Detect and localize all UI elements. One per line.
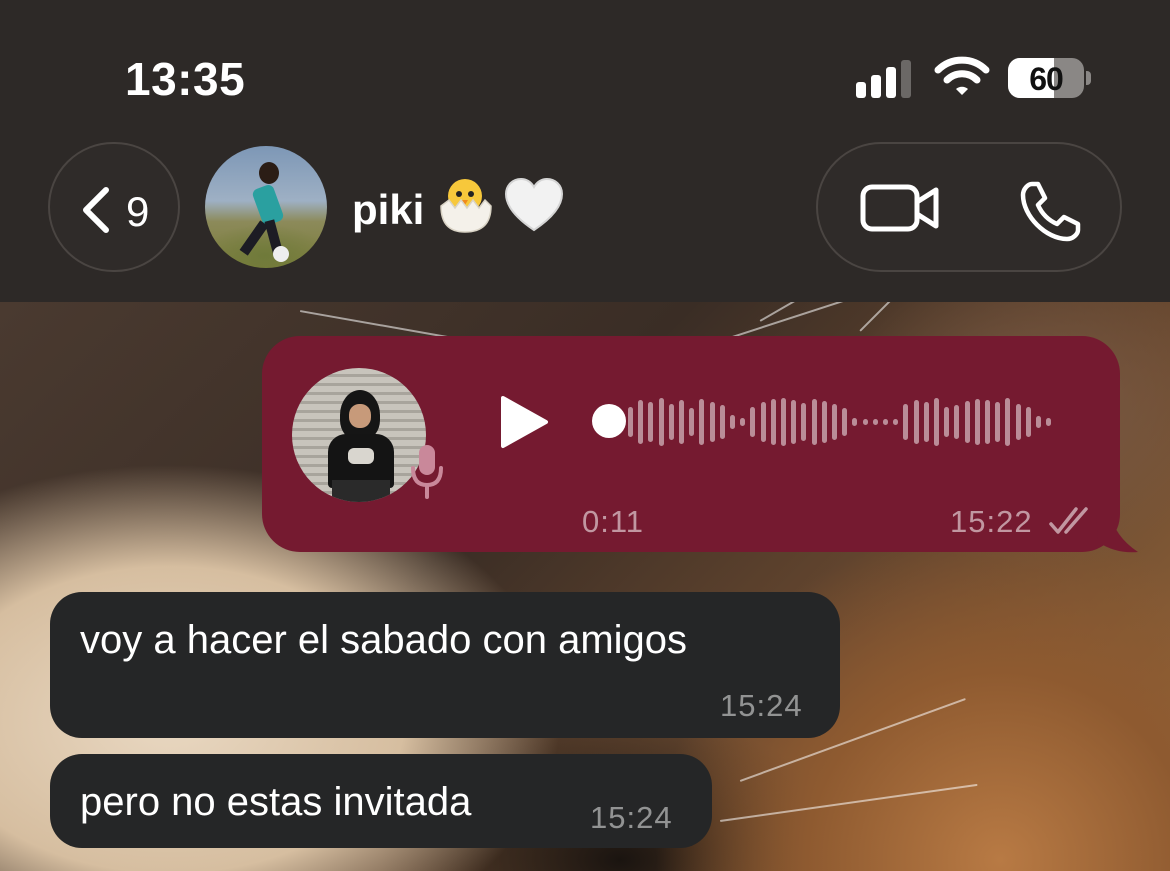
waveform-bar	[638, 400, 644, 444]
hatching-chick-emoji	[440, 179, 492, 233]
waveform-bar	[689, 408, 695, 436]
message-time: 15:24	[720, 688, 803, 723]
waveform-bar	[832, 404, 837, 440]
bubble-tail	[1096, 512, 1138, 553]
waveform-bar	[862, 419, 868, 425]
message-text: voy a hacer el sabado con amigos	[80, 618, 688, 662]
wifi-icon	[934, 56, 990, 95]
read-ticks-icon	[1049, 507, 1088, 534]
playback-scrubber[interactable]	[592, 404, 626, 438]
waveform-bar	[770, 399, 776, 445]
waveform-bar	[985, 400, 990, 444]
voice-call-icon[interactable]	[1018, 180, 1082, 244]
incoming-message-bubble[interactable]: voy a hacer el sabado con amigos 15:24	[50, 592, 840, 738]
chat-header: 13:35 60 9 piki	[0, 0, 1170, 302]
microphone-icon	[411, 445, 443, 499]
waveform-bar	[699, 399, 705, 445]
waveform-bar	[903, 404, 909, 440]
waveform-bar	[658, 398, 664, 446]
waveform-bar	[995, 402, 1001, 442]
waveform-bar	[1046, 418, 1052, 426]
contact-name[interactable]: piki	[352, 186, 424, 234]
waveform-bar	[821, 401, 827, 443]
message-time: 15:24	[590, 800, 673, 835]
contact-avatar[interactable]	[205, 146, 327, 268]
waveform-bar	[1015, 404, 1021, 440]
wallpaper-whisker	[719, 783, 978, 822]
cellular-signal-icon	[856, 58, 914, 98]
waveform-bar	[781, 398, 786, 446]
audio-waveform[interactable]	[628, 390, 1068, 454]
battery-nub	[1086, 71, 1091, 85]
waveform-bar	[964, 401, 970, 443]
waveform-bar	[811, 399, 817, 445]
waveform-bar	[801, 403, 807, 441]
waveform-bar	[668, 404, 674, 440]
waveform-bar	[893, 419, 899, 425]
waveform-bar	[648, 402, 654, 442]
waveform-bar	[719, 405, 725, 439]
waveform-bar	[760, 402, 766, 442]
waveform-bar	[740, 418, 746, 426]
waveform-bar	[974, 399, 980, 445]
video-call-icon[interactable]	[860, 182, 940, 234]
wallpaper-whisker	[859, 300, 1003, 332]
waveform-bar	[679, 400, 684, 444]
status-time: 13:35	[125, 53, 246, 105]
waveform-bar	[1025, 407, 1031, 437]
call-actions	[816, 142, 1122, 272]
waveform-bar	[872, 419, 878, 425]
waveform-bar	[883, 419, 888, 425]
waveform-bar	[913, 400, 919, 444]
unread-count: 9	[126, 188, 150, 235]
waveform-bar	[750, 407, 756, 437]
waveform-bar	[852, 418, 858, 426]
message-time: 15:22	[950, 504, 1033, 539]
waveform-bar	[842, 408, 848, 436]
waveform-bar	[730, 415, 735, 429]
play-icon[interactable]	[498, 394, 550, 450]
waveform-bar	[934, 398, 939, 446]
waveform-bar	[1036, 416, 1041, 428]
waveform-bar	[1005, 398, 1011, 446]
waveform-bar	[944, 407, 950, 437]
battery-icon: 60	[1008, 58, 1084, 98]
waveform-bar	[628, 407, 633, 437]
back-button[interactable]: 9	[48, 142, 180, 272]
waveform-bar	[709, 402, 715, 442]
voice-message-bubble[interactable]: 0:11 15:22	[262, 336, 1120, 552]
voice-duration: 0:11	[582, 504, 645, 539]
incoming-message-bubble[interactable]: pero no estas invitada 15:24	[50, 754, 712, 848]
sender-avatar	[292, 368, 426, 502]
waveform-bar	[923, 402, 929, 442]
message-text: pero no estas invitada	[80, 780, 472, 824]
waveform-bar	[791, 400, 797, 444]
battery-percent: 60	[1029, 61, 1064, 97]
chevron-left-icon	[83, 187, 109, 233]
white-heart-emoji	[504, 177, 564, 232]
waveform-bar	[954, 405, 960, 439]
